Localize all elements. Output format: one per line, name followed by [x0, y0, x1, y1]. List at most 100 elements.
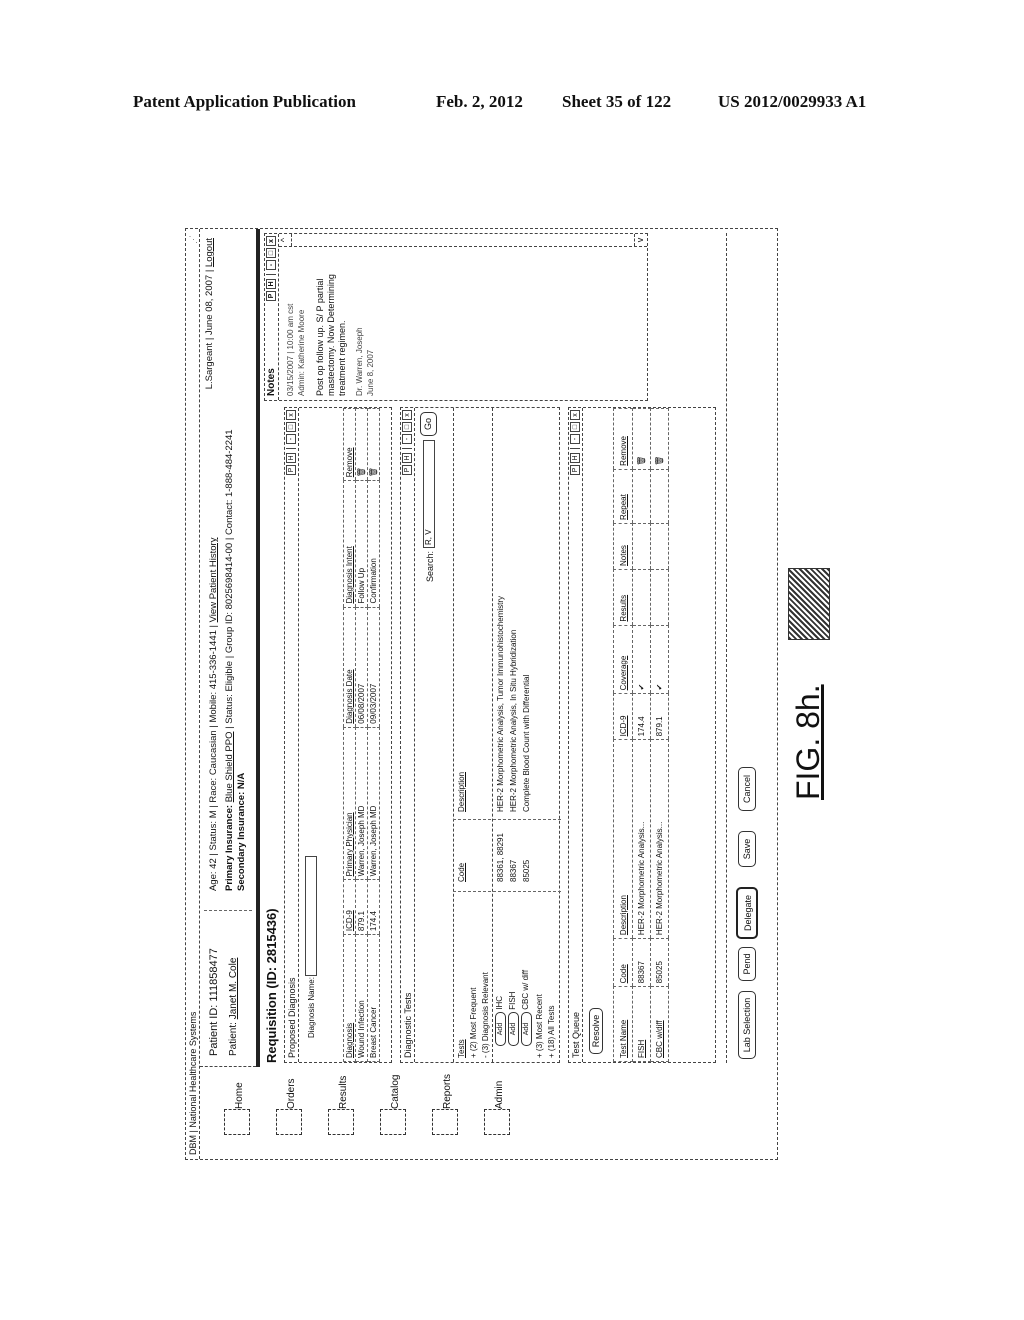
minimize-icon[interactable]: - — [402, 434, 412, 444]
print-icon[interactable]: P — [286, 465, 296, 475]
help-icon[interactable]: H — [266, 279, 276, 289]
note-timestamp: 03/15/2007 | 10:00 am cst — [286, 303, 295, 396]
notes-scrollbar[interactable]: ^ v — [279, 234, 647, 247]
column-header[interactable]: Coverage — [613, 625, 633, 694]
delegate-button[interactable]: Delegate — [736, 887, 758, 939]
note-body: Post op follow up. S/ P partial mastecto… — [315, 274, 347, 396]
minimize-icon[interactable]: - — [266, 260, 276, 270]
trash-icon[interactable]: 🗑 — [632, 408, 651, 470]
column-header[interactable]: Remove — [343, 408, 356, 481]
catalog-icon — [380, 1109, 406, 1135]
reports-icon — [432, 1109, 458, 1135]
lab-selection-button[interactable]: Lab Selection — [738, 991, 756, 1059]
diagnosis-cell: Wound Infection — [355, 934, 368, 1062]
column-header[interactable]: Notes — [613, 523, 633, 570]
coverage-check-icon: ✔ — [632, 625, 651, 694]
expand-icon[interactable]: + — [469, 1053, 478, 1058]
maximize-icon[interactable]: □ — [286, 422, 296, 432]
sidebar-item-label: Reports — [442, 1073, 453, 1109]
expand-icon[interactable]: + — [547, 1053, 556, 1058]
print-icon[interactable]: P — [570, 465, 580, 475]
maximize-icon[interactable]: □ — [402, 422, 412, 432]
column-header[interactable]: Primary Physician — [343, 727, 356, 880]
add-test-button[interactable]: Add — [495, 1012, 506, 1046]
add-test-button[interactable]: Add — [508, 1012, 519, 1046]
trash-icon[interactable]: 🗑 — [367, 408, 380, 481]
save-button[interactable]: Save — [738, 831, 756, 867]
sidebar-item-catalog[interactable]: Catalog — [380, 1075, 425, 1145]
column-header[interactable]: Description — [613, 739, 633, 939]
help-icon[interactable]: H — [402, 453, 412, 463]
orders-icon — [276, 1109, 302, 1135]
description-column-header[interactable]: Description — [457, 772, 466, 812]
close-icon[interactable]: x — [286, 410, 296, 420]
patient-name-link[interactable]: Janet M. Cole — [228, 958, 239, 1020]
cancel-button[interactable]: Cancel — [738, 767, 756, 811]
add-test-button[interactable]: Add — [521, 1012, 532, 1046]
column-header[interactable]: ICD-9 — [343, 879, 356, 935]
primary-insurance-link[interactable]: Blue Shield PPO — [224, 732, 235, 803]
sidebar-item-admin[interactable]: Admin — [484, 1075, 529, 1145]
close-icon[interactable]: x — [266, 236, 276, 246]
diagnosis-name-label: Diagnosis Name: — [307, 977, 316, 1038]
view-patient-history-link[interactable]: View Patient History — [208, 538, 219, 623]
pend-button[interactable]: Pend — [738, 947, 756, 981]
maximize-icon[interactable]: □ — [266, 248, 276, 258]
column-header[interactable]: Code — [613, 938, 633, 987]
help-icon[interactable]: H — [570, 453, 580, 463]
search-input[interactable]: R, V — [423, 440, 435, 548]
collapse-icon[interactable]: - — [481, 1055, 490, 1058]
column-header[interactable]: Remove — [613, 408, 633, 470]
column-header[interactable]: Diagnosis Date — [343, 607, 356, 728]
column-header[interactable]: Repeat — [613, 469, 633, 524]
scroll-down-icon[interactable]: v — [634, 234, 647, 246]
column-header[interactable]: Diagnosis — [343, 934, 356, 1062]
code-column-header[interactable]: Code — [457, 863, 466, 882]
close-icon[interactable]: x — [570, 410, 580, 420]
minimize-icon[interactable]: - — [570, 434, 580, 444]
note-content: 03/15/2007 | 10:00 am cst Admin: Katheri… — [285, 248, 376, 396]
column-header[interactable]: Test Name — [613, 986, 633, 1062]
group-all-tests[interactable]: + (18) All Tests — [547, 1005, 556, 1058]
scroll-up-icon[interactable]: ^ — [279, 234, 292, 246]
column-header[interactable]: ICD-9 — [613, 693, 633, 740]
group-most-recent[interactable]: + (3) Most Recent — [535, 994, 544, 1058]
test-name-link[interactable]: FISH — [632, 986, 651, 1062]
sidebar-item-results[interactable]: Results — [328, 1075, 373, 1145]
minimize-icon[interactable]: - — [286, 434, 296, 444]
rotated-ui: DBM | National Healthcare Systems ⋰ Home… — [185, 228, 778, 1160]
trash-icon[interactable]: 🗑 — [355, 408, 368, 481]
demographics-text: Age: 42 | Status: M | Race: Caucasian | … — [208, 625, 219, 891]
sidebar-item-orders[interactable]: Orders — [276, 1075, 321, 1145]
close-icon[interactable]: x — [402, 410, 412, 420]
repeat-cell — [650, 469, 669, 524]
column-header[interactable]: Results — [613, 569, 633, 626]
trash-icon[interactable]: 🗑 — [650, 408, 669, 470]
resize-grip-icon[interactable]: ⋰ — [186, 235, 200, 244]
group-most-frequent[interactable]: + (2) Most Frequent — [469, 988, 478, 1058]
column-header[interactable]: Diagnosis Intent — [343, 480, 356, 608]
help-icon[interactable]: H — [286, 453, 296, 463]
sidebar-item-home[interactable]: Home — [224, 1075, 269, 1145]
group-diagnosis-relevant[interactable]: - (3) Diagnosis Relevant — [481, 972, 490, 1058]
logout-link[interactable]: Logout — [204, 238, 215, 267]
print-icon[interactable]: P — [402, 465, 412, 475]
icd9-cell: 174.4 — [632, 693, 651, 740]
intent-cell: Follow Up — [355, 480, 368, 608]
note-signature-date: June 8, 2007 — [366, 349, 375, 396]
resolve-button[interactable]: Resolve — [589, 1008, 603, 1054]
maximize-icon[interactable]: □ — [570, 422, 580, 432]
test-name-link[interactable]: CBC w/diff — [650, 986, 669, 1062]
table-row: Wound Infection 879.1 Warren, Joseph MD … — [355, 408, 368, 1062]
diagnosis-name-input[interactable] — [305, 856, 317, 976]
patient-name-line: Patient: Janet M. Cole — [228, 958, 239, 1056]
proposed-diagnosis-panel: Proposed Diagnosis P H - □ x Diagnosis N… — [284, 407, 392, 1063]
expand-icon[interactable]: + — [535, 1053, 544, 1058]
go-button[interactable]: Go — [420, 412, 437, 436]
intent-cell: Confirmation — [367, 480, 380, 608]
window-buttons: P H - □ x — [266, 236, 276, 301]
sidebar-item-reports[interactable]: Reports — [432, 1073, 477, 1145]
divider — [726, 233, 727, 1063]
print-icon[interactable]: P — [266, 291, 276, 301]
tests-column-header[interactable]: Tests — [457, 1039, 466, 1058]
